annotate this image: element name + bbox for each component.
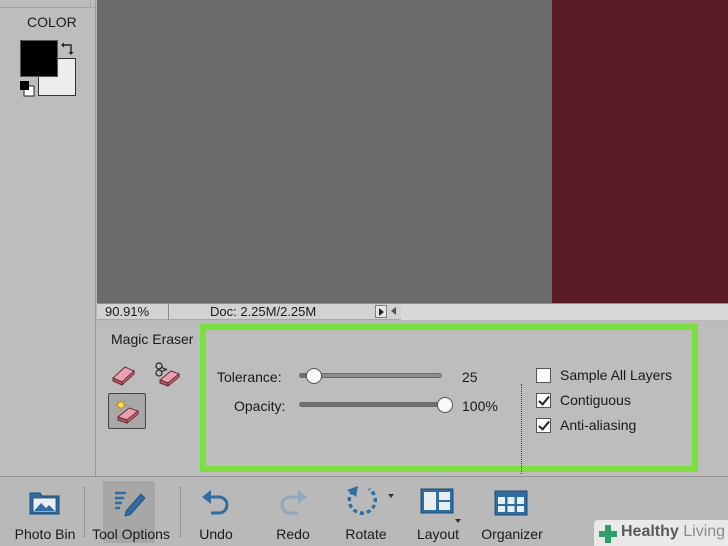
contiguous-checkbox[interactable] (536, 392, 551, 408)
doc-size-info: Doc: 2.25M/2.25M (210, 304, 317, 319)
document-image[interactable] (552, 0, 728, 303)
eraser-tool-icon[interactable] (109, 362, 137, 386)
status-bar: 90.91% Doc: 2.25M/2.25M (97, 303, 728, 320)
toolbox-top-rule (0, 0, 96, 8)
opacity-label: Opacity: (234, 398, 286, 414)
organizer-label: Organizer (481, 526, 543, 542)
document-canvas[interactable] (97, 0, 728, 303)
undo-label: Undo (199, 526, 233, 542)
layout-label: Layout (416, 526, 460, 542)
zoom-level[interactable]: 90.91% (105, 304, 149, 320)
default-colors-icon[interactable] (19, 80, 37, 97)
foreground-color-swatch[interactable] (20, 40, 58, 77)
undo-button[interactable]: Undo (188, 477, 244, 546)
scroll-left-icon[interactable] (391, 307, 396, 315)
tolerance-slider[interactable] (299, 368, 442, 384)
horizontal-scrollbar[interactable] (401, 304, 728, 320)
plus-logo-icon (599, 525, 617, 543)
tool-options-icon (115, 491, 146, 517)
undo-icon (202, 490, 229, 515)
photo-bin-icon (29, 492, 60, 515)
watermark-brand-light: Living (683, 523, 726, 540)
swap-colors-icon[interactable] (60, 40, 76, 56)
sample-all-layers-option[interactable]: Sample All Layers (536, 366, 672, 384)
sample-all-layers-label: Sample All Layers (560, 367, 673, 383)
tool-options-highlight-box: Tolerance: 25 Opacity: 100% Sample All L… (200, 324, 698, 474)
anti-aliasing-label: Anti-aliasing (560, 417, 637, 433)
tolerance-value[interactable]: 25 (462, 369, 478, 385)
anti-aliasing-checkbox[interactable] (536, 417, 551, 433)
status-divider (168, 304, 169, 320)
opacity-slider-thumb[interactable] (437, 397, 453, 413)
watermark-brand-bold: Healthy (621, 523, 679, 540)
tool-name-label: Magic Eraser (111, 331, 194, 347)
toolbox-panel: COLOR (0, 0, 96, 476)
sample-all-layers-checkbox[interactable] (536, 367, 551, 383)
organizer-icon (494, 490, 528, 516)
tolerance-slider-thumb[interactable] (306, 368, 323, 384)
background-eraser-tool-icon[interactable] (152, 361, 182, 387)
anti-aliasing-option[interactable]: Anti-aliasing (536, 416, 636, 434)
options-divider (521, 384, 522, 474)
opacity-slider[interactable] (299, 397, 453, 413)
rotate-icon (347, 486, 394, 515)
redo-label: Redo (276, 526, 310, 542)
color-section-label: COLOR (27, 14, 77, 30)
magic-eraser-tool-button[interactable] (108, 393, 146, 429)
magic-eraser-icon (115, 399, 140, 424)
layout-icon (420, 488, 461, 523)
contiguous-label: Contiguous (560, 392, 631, 408)
tolerance-label: Tolerance: (217, 369, 282, 385)
tool-options-button[interactable]: Tool Options (85, 477, 177, 546)
tool-options-label: Tool Options (92, 526, 170, 542)
organizer-button[interactable]: Organizer (474, 477, 550, 546)
rotate-button[interactable]: Rotate (333, 477, 399, 546)
taskbar-separator (180, 487, 181, 537)
redo-icon (280, 490, 307, 515)
photo-bin-label: Photo Bin (14, 526, 76, 542)
layout-button[interactable]: Layout (409, 477, 467, 546)
tool-options-panel: Magic Eraser Tolerance: 25 Opacity: 100%… (97, 321, 728, 476)
opacity-slider-fill (300, 403, 445, 406)
redo-button[interactable]: Redo (264, 477, 322, 546)
opacity-value[interactable]: 100% (462, 398, 498, 414)
status-menu-arrow-button[interactable] (375, 305, 387, 318)
contiguous-option[interactable]: Contiguous (536, 391, 631, 409)
rotate-label: Rotate (345, 526, 387, 542)
photo-bin-button[interactable]: Photo Bin (8, 477, 82, 546)
watermark-badge: Healthy Living (594, 520, 728, 546)
watermark-text: Healthy Living (621, 523, 725, 541)
